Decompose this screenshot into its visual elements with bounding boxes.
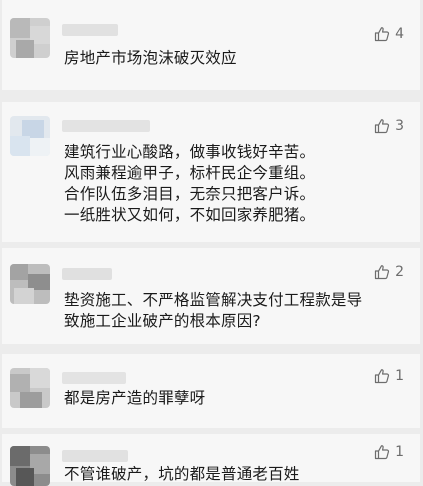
like-button[interactable]: 2: [374, 264, 404, 280]
comment-card: 3 建筑行业心酸路，做事收钱好辛苦。 风雨兼程逾甲子，标杆民企今重组。 合作队伍…: [2, 102, 420, 242]
thumbs-up-icon: [374, 368, 390, 384]
comment-text: 房地产市场泡沫破灭效应: [64, 49, 237, 67]
thumbs-up-icon: [374, 444, 390, 460]
nickname-blurred: [62, 24, 118, 36]
comment-text: 垫资施工、不严格监管解决支付工程款是导 致施工企业破产的根本原因?: [64, 291, 363, 330]
thumbs-up-icon: [374, 264, 390, 280]
avatar[interactable]: [10, 264, 50, 304]
avatar[interactable]: [10, 368, 50, 408]
avatar[interactable]: [10, 446, 50, 486]
like-button[interactable]: 1: [374, 368, 404, 384]
comment-text: 都是房产造的罪孽呀: [64, 389, 206, 407]
thumbs-up-icon: [374, 26, 390, 42]
like-count: 1: [395, 368, 404, 384]
like-count: 2: [395, 264, 404, 280]
avatar[interactable]: [10, 18, 50, 58]
like-button[interactable]: 3: [374, 118, 404, 134]
like-button[interactable]: 1: [374, 444, 404, 460]
like-count: 3: [395, 118, 404, 134]
comment-card: 4 房地产市场泡沫破灭效应: [2, 0, 420, 90]
avatar[interactable]: [10, 116, 50, 156]
comment-card: 2 垫资施工、不严格监管解决支付工程款是导 致施工企业破产的根本原因?: [2, 248, 420, 344]
thumbs-up-icon: [374, 118, 390, 134]
nickname-blurred: [62, 450, 128, 462]
like-count: 1: [395, 444, 404, 460]
comment-card: 1 都是房产造的罪孽呀: [2, 354, 420, 428]
nickname-blurred: [62, 268, 112, 280]
nickname-blurred: [62, 372, 126, 384]
like-button[interactable]: 4: [374, 26, 404, 42]
like-count: 4: [395, 26, 404, 42]
nickname-blurred: [62, 120, 150, 132]
comment-text: 建筑行业心酸路，做事收钱好辛苦。 风雨兼程逾甲子，标杆民企今重组。 合作队伍多泪…: [64, 143, 316, 224]
comment-card: 1 不管谁破产，坑的都是普通老百姓: [2, 434, 420, 486]
